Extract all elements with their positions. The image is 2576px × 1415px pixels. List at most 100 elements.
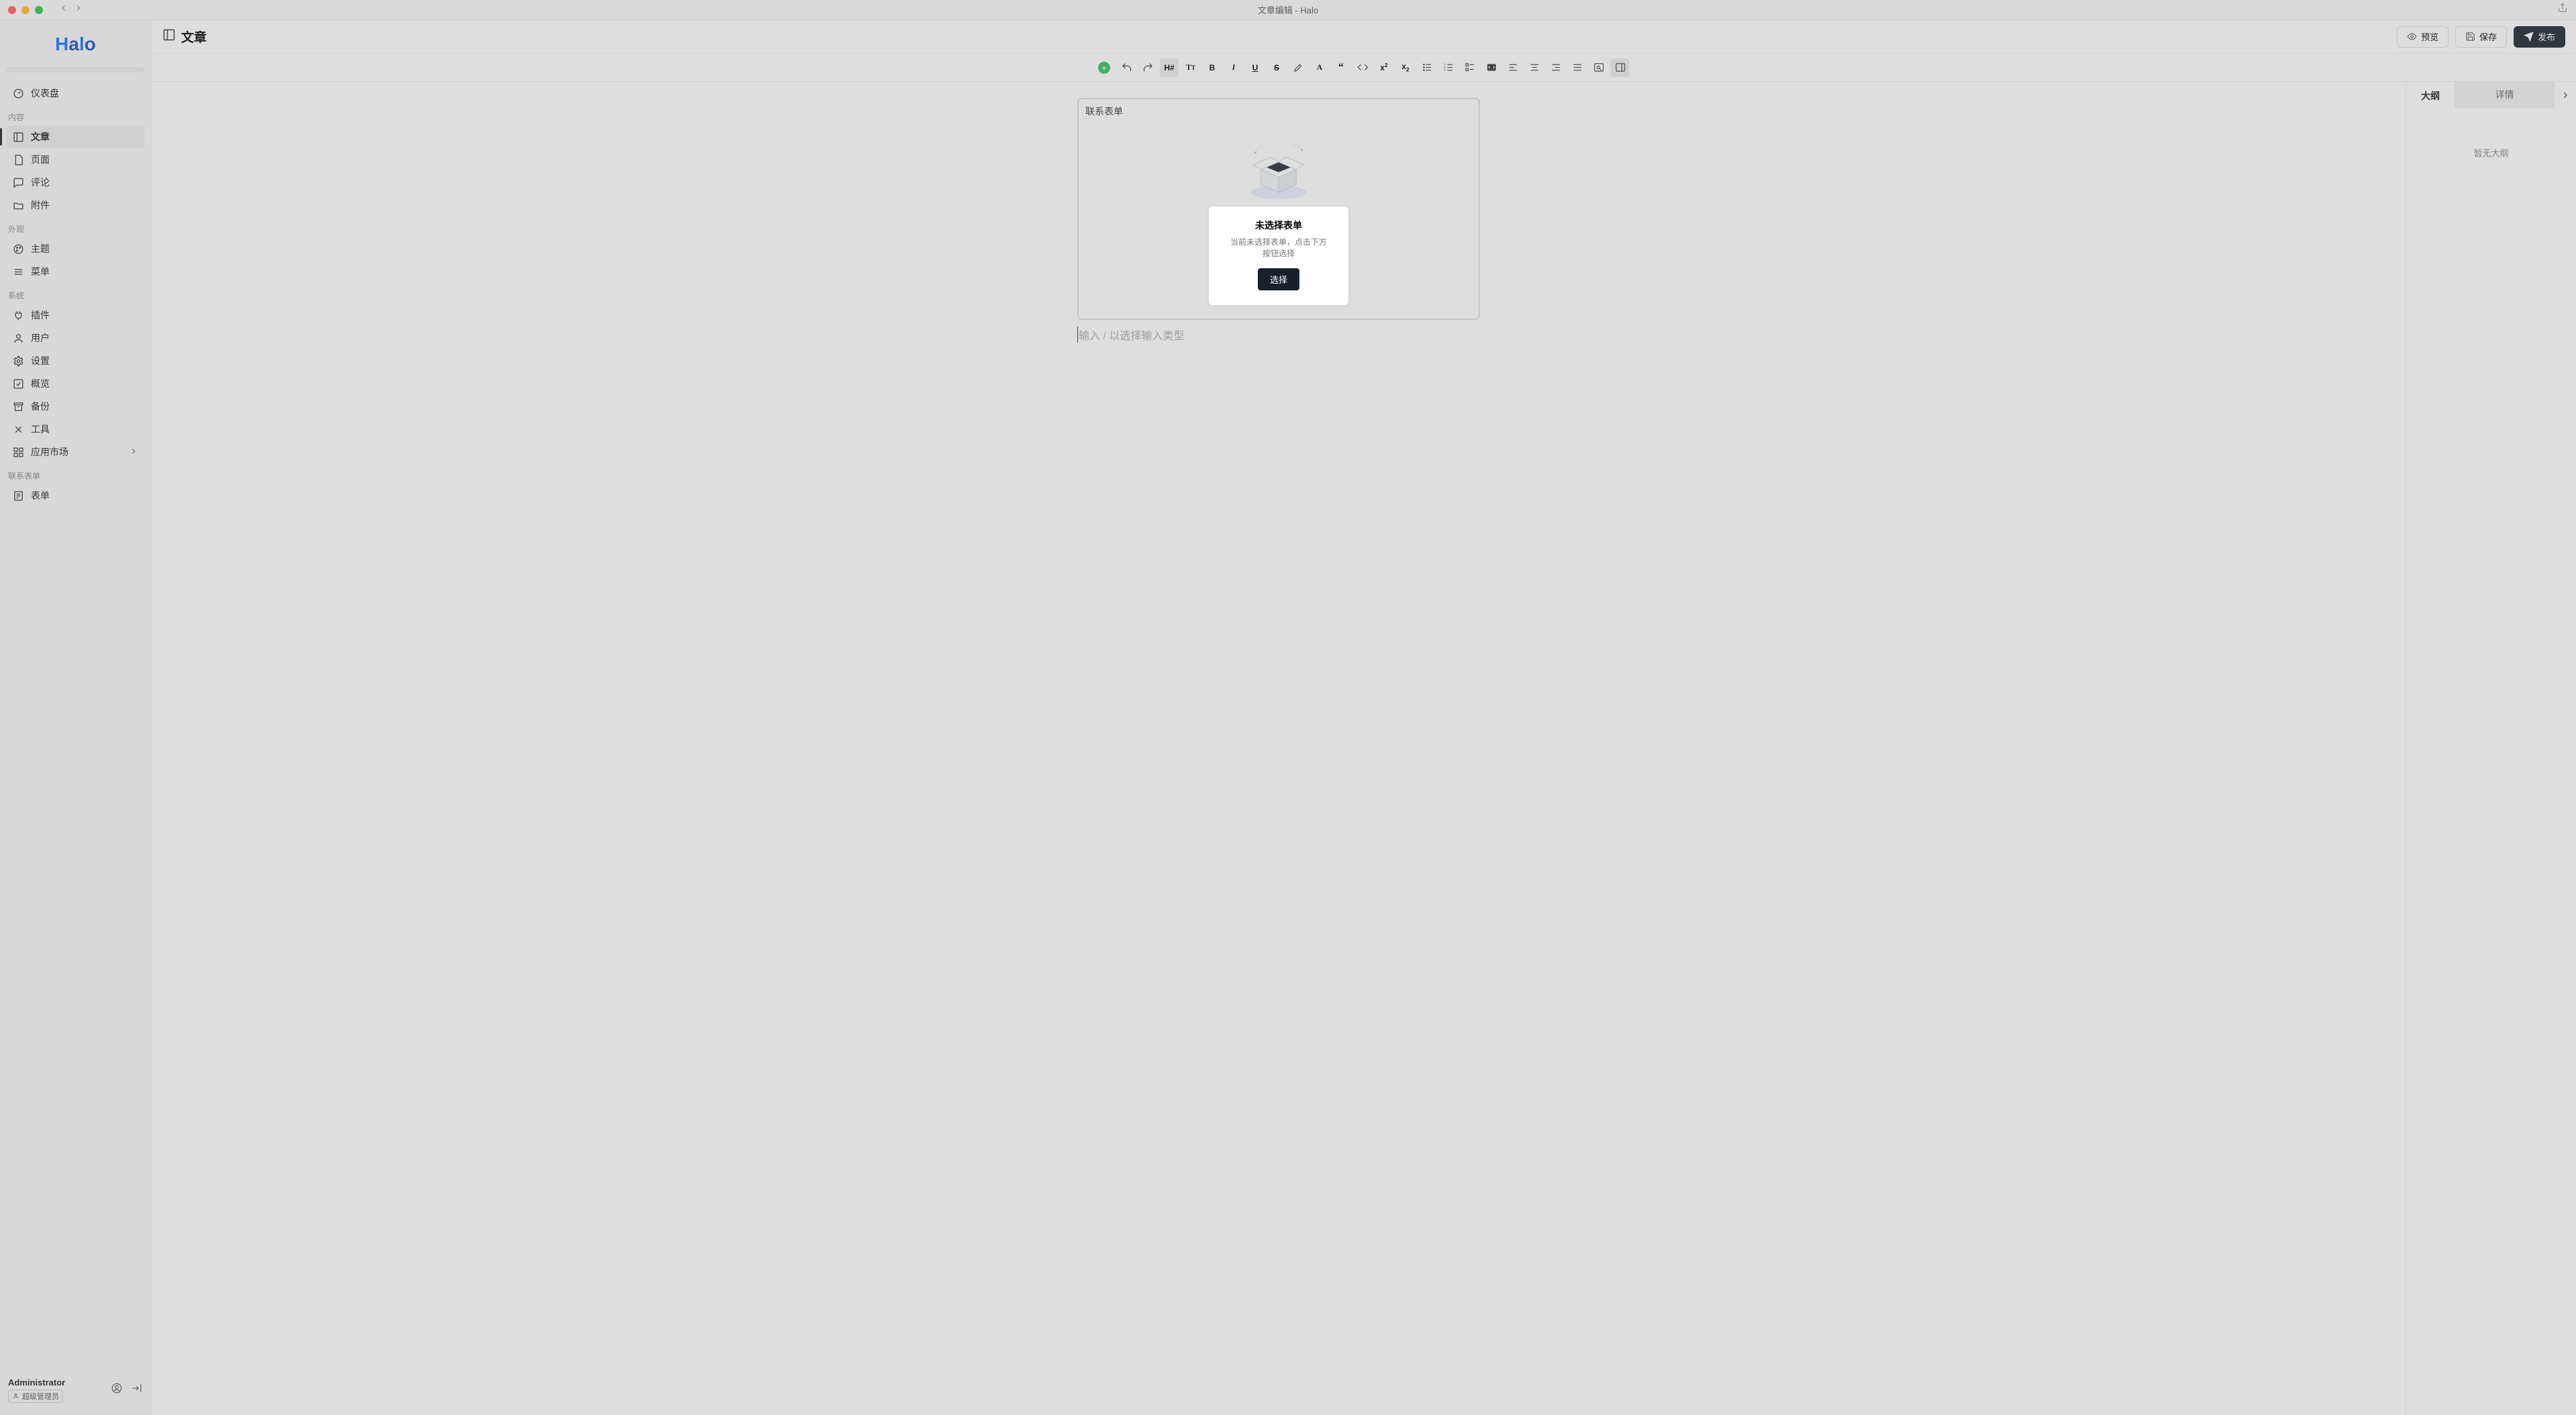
sidebar-item-backup[interactable]: 备份 bbox=[7, 395, 144, 418]
toolbar-ul[interactable] bbox=[1417, 58, 1436, 77]
current-user-role: 超级管理员 bbox=[8, 1390, 63, 1403]
sidebar-item-plugins[interactable]: 插件 bbox=[7, 304, 144, 327]
collapse-panel-button[interactable] bbox=[2555, 82, 2576, 109]
toolbar-heading[interactable]: H# bbox=[1160, 58, 1179, 77]
sidebar-item-label: 概览 bbox=[31, 377, 50, 390]
logout-button[interactable] bbox=[131, 1382, 143, 1398]
toolbar-textsize[interactable]: TT bbox=[1181, 58, 1200, 77]
sidebar-item-users[interactable]: 用户 bbox=[7, 327, 144, 349]
publish-button[interactable]: 发布 bbox=[2514, 26, 2565, 48]
toolbar-search[interactable] bbox=[1589, 58, 1608, 77]
sidebar-item-label: 插件 bbox=[31, 308, 50, 322]
select-form-button[interactable]: 选择 bbox=[1258, 268, 1299, 290]
sidebar-section-forms: 联系表单 bbox=[7, 463, 144, 484]
tab-detail[interactable]: 详情 bbox=[2455, 82, 2555, 107]
role-icon bbox=[12, 1392, 19, 1400]
sidebar-section-appearance: 外观 bbox=[7, 217, 144, 237]
sidebar-item-label: 工具 bbox=[31, 422, 50, 436]
sidebar-item-label: 菜单 bbox=[31, 265, 50, 278]
minimize-window[interactable] bbox=[21, 6, 30, 14]
toolbar-quote[interactable]: “ bbox=[1332, 58, 1350, 77]
toolbar-alignleft[interactable] bbox=[1503, 58, 1522, 77]
toolbar-codeblock[interactable] bbox=[1482, 58, 1501, 77]
toolbar-highlight[interactable] bbox=[1289, 58, 1307, 77]
overview-icon bbox=[13, 378, 24, 390]
nav-back-button[interactable] bbox=[59, 3, 68, 16]
toolbar-ol[interactable]: 123 bbox=[1439, 58, 1458, 77]
toolbar-code[interactable] bbox=[1353, 58, 1372, 77]
brand-logo: Halo bbox=[7, 27, 144, 67]
toolbar-insert-button[interactable]: + bbox=[1098, 62, 1110, 74]
right-panel-tab-bg: 详情 bbox=[2455, 82, 2555, 109]
editor-canvas[interactable]: 联系表单 bbox=[152, 82, 2406, 1415]
sidebar-item-label: 仪表盘 bbox=[31, 87, 59, 100]
sidebar-item-market[interactable]: 应用市场 bbox=[7, 441, 144, 463]
folder-icon bbox=[13, 200, 24, 211]
sidebar-item-posts[interactable]: 文章 bbox=[7, 125, 144, 148]
sidebar-item-menus[interactable]: 菜单 bbox=[7, 260, 144, 283]
eye-icon bbox=[2407, 32, 2417, 42]
sidebar-item-forms[interactable]: 表单 bbox=[7, 484, 144, 507]
palette-icon bbox=[13, 243, 24, 255]
button-label: 发布 bbox=[2538, 30, 2555, 43]
toolbar-italic[interactable]: I bbox=[1224, 58, 1243, 77]
toolbar-alignright[interactable] bbox=[1546, 58, 1565, 77]
sidebar-search[interactable] bbox=[7, 67, 144, 72]
preview-button[interactable]: 预览 bbox=[2397, 26, 2449, 48]
toolbar-subscript[interactable]: x2 bbox=[1396, 58, 1415, 77]
toolbar-aligncenter[interactable] bbox=[1525, 58, 1544, 77]
maximize-window[interactable] bbox=[35, 6, 43, 14]
sidebar-item-label: 主题 bbox=[31, 242, 50, 256]
tools-icon bbox=[13, 424, 24, 435]
tab-outline[interactable]: 大纲 bbox=[2406, 82, 2455, 109]
sidebar-item-overview[interactable]: 概览 bbox=[7, 372, 144, 395]
sidebar-footer: Administrator 超级管理员 bbox=[7, 1372, 144, 1409]
sidebar-item-comments[interactable]: 评论 bbox=[7, 171, 144, 194]
button-label: 预览 bbox=[2421, 30, 2438, 43]
sidebar-item-attachments[interactable]: 附件 bbox=[7, 194, 144, 217]
page-header: 文章 预览 保存 发布 bbox=[152, 20, 2576, 54]
empty-state-card: 未选择表单 当前未选择表单，点击下方按钮选择 选择 bbox=[1209, 207, 1348, 305]
toolbar-underline[interactable]: U bbox=[1246, 58, 1265, 77]
toolbar-textcolor[interactable]: A bbox=[1310, 58, 1329, 77]
toolbar-tasklist[interactable] bbox=[1460, 58, 1479, 77]
toolbar-strike[interactable]: S bbox=[1267, 58, 1286, 77]
toolbar-bold[interactable]: B bbox=[1203, 58, 1222, 77]
nav-forward-button[interactable] bbox=[74, 3, 83, 16]
sidebar-item-pages[interactable]: 页面 bbox=[7, 148, 144, 171]
sidebar-section-system: 系统 bbox=[7, 283, 144, 304]
traffic-lights bbox=[8, 6, 43, 14]
toolbar-superscript[interactable]: x2 bbox=[1375, 58, 1393, 77]
plug-icon bbox=[13, 310, 24, 321]
sidebar-item-dashboard[interactable]: 仪表盘 bbox=[7, 82, 144, 105]
save-button[interactable]: 保存 bbox=[2455, 26, 2507, 48]
empty-state-title: 未选择表单 bbox=[1255, 219, 1302, 232]
toolbar-redo[interactable] bbox=[1138, 58, 1157, 77]
main-area: 文章 预览 保存 发布 + H# bbox=[152, 20, 2576, 1415]
sidebar-section-content: 内容 bbox=[7, 105, 144, 125]
sidebar-item-settings[interactable]: 设置 bbox=[7, 349, 144, 372]
close-window[interactable] bbox=[8, 6, 16, 14]
save-icon bbox=[2465, 32, 2475, 42]
editor-toolbar: + H# TT B I U S A “ x2 x2 123 bbox=[152, 54, 2576, 82]
toolbar-undo[interactable] bbox=[1117, 58, 1136, 77]
sidebar-item-themes[interactable]: 主题 bbox=[7, 237, 144, 260]
form-block[interactable]: 联系表单 bbox=[1077, 98, 1480, 320]
toolbar-justify[interactable] bbox=[1568, 58, 1587, 77]
account-button[interactable] bbox=[111, 1382, 123, 1398]
outline-empty: 暂无大纲 bbox=[2406, 109, 2576, 1415]
right-panel-tabs: 大纲 详情 bbox=[2406, 82, 2576, 109]
sidebar-item-tools[interactable]: 工具 bbox=[7, 418, 144, 441]
editor-placeholder[interactable]: 输入 / 以选择输入类型 bbox=[1077, 320, 1480, 349]
archive-icon bbox=[13, 401, 24, 412]
sidebar-item-label: 应用市场 bbox=[31, 445, 68, 459]
sidebar-item-label: 备份 bbox=[31, 400, 50, 413]
sidebar-item-label: 表单 bbox=[31, 489, 50, 502]
sidebar-item-label: 设置 bbox=[31, 354, 50, 367]
chevron-right-icon bbox=[129, 447, 138, 458]
toolbar-sidepanel-toggle[interactable] bbox=[1611, 58, 1629, 77]
layout-icon bbox=[13, 131, 24, 143]
share-button[interactable] bbox=[2557, 3, 2568, 17]
comment-icon bbox=[13, 177, 24, 188]
page-title-icon bbox=[162, 28, 176, 46]
